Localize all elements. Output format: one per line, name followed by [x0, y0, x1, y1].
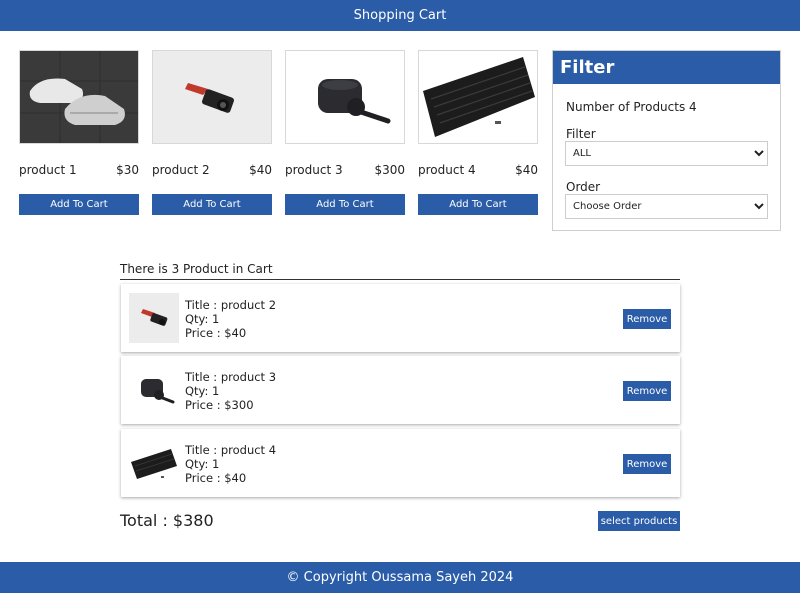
add-to-cart-button[interactable]: Add To Cart — [152, 194, 272, 215]
filter-select[interactable]: ALL — [565, 141, 768, 166]
product-card: product 3 $300 Add To Cart — [285, 50, 405, 215]
header-bar: Shopping Cart — [0, 0, 800, 31]
product-name: product 2 — [152, 163, 210, 177]
product-price: $40 — [515, 163, 538, 177]
product-price: $300 — [374, 163, 405, 177]
cart-item-price: Price : $300 — [185, 398, 254, 412]
remove-button[interactable]: Remove — [623, 381, 671, 401]
filter-title: Filter — [553, 51, 780, 84]
footer-bar: © Copyright Oussama Sayeh 2024 — [0, 562, 800, 593]
cart-item-qty: Qty: 1 — [185, 312, 220, 326]
cart-item: Title : product 2 Qty: 1 Price : $40 Rem… — [121, 284, 680, 352]
cart-total: Total : $380 — [120, 511, 214, 530]
keyboard-image — [418, 50, 538, 144]
product-card: product 2 $40 Add To Cart — [152, 50, 272, 215]
remove-button[interactable]: Remove — [623, 309, 671, 329]
add-to-cart-button[interactable]: Add To Cart — [418, 194, 538, 215]
cart-item-info: Title : product 3 Qty: 1 Price : $300 — [185, 370, 276, 412]
cart-item-qty: Qty: 1 — [185, 457, 220, 471]
cart-item-qty: Qty: 1 — [185, 384, 220, 398]
cart-item: Title : product 3 Qty: 1 Price : $300 Re… — [121, 356, 680, 424]
product-price: $40 — [249, 163, 272, 177]
cart-item-title: Title : product 3 — [185, 370, 277, 384]
filter-label: Filter — [566, 127, 596, 141]
order-select[interactable]: Choose Order — [565, 194, 768, 219]
cart-item-title: Title : product 4 — [185, 443, 277, 457]
cart-item-info: Title : product 4 Qty: 1 Price : $40 — [185, 443, 276, 485]
product-card: product 1 $30 Add To Cart — [19, 50, 139, 215]
earbuds-image — [129, 365, 179, 415]
filter-panel: Filter Number of Products 4 Filter ALL O… — [552, 50, 781, 231]
product-name: product 1 — [19, 163, 77, 177]
product-count: Number of Products 4 — [566, 100, 697, 114]
page-title: Shopping Cart — [353, 8, 447, 23]
cart-item-price: Price : $40 — [185, 326, 247, 340]
sneakers-image — [19, 50, 139, 144]
camera-image — [152, 50, 272, 144]
order-label: Order — [566, 180, 601, 194]
product-meta: product 1 $30 — [19, 163, 139, 177]
select-products-button[interactable]: select products — [598, 511, 680, 531]
cart-item-title: Title : product 2 — [185, 298, 277, 312]
product-name: product 3 — [285, 163, 343, 177]
add-to-cart-button[interactable]: Add To Cart — [19, 194, 139, 215]
product-price: $30 — [116, 163, 139, 177]
remove-button[interactable]: Remove — [623, 454, 671, 474]
product-meta: product 3 $300 — [285, 163, 405, 177]
cart-divider — [120, 279, 680, 280]
copyright-text: © Copyright Oussama Sayeh 2024 — [286, 570, 514, 585]
product-meta: product 4 $40 — [418, 163, 538, 177]
cart-summary: There is 3 Product in Cart — [120, 262, 273, 276]
cart-item-info: Title : product 2 Qty: 1 Price : $40 — [185, 298, 276, 340]
add-to-cart-button[interactable]: Add To Cart — [285, 194, 405, 215]
product-card: product 4 $40 Add To Cart — [418, 50, 538, 215]
cart-item: Title : product 4 Qty: 1 Price : $40 Rem… — [121, 429, 680, 497]
keyboard-image — [129, 438, 179, 488]
cart-item-price: Price : $40 — [185, 471, 247, 485]
product-name: product 4 — [418, 163, 476, 177]
camera-image — [129, 293, 179, 343]
earbuds-image — [285, 50, 405, 144]
product-meta: product 2 $40 — [152, 163, 272, 177]
